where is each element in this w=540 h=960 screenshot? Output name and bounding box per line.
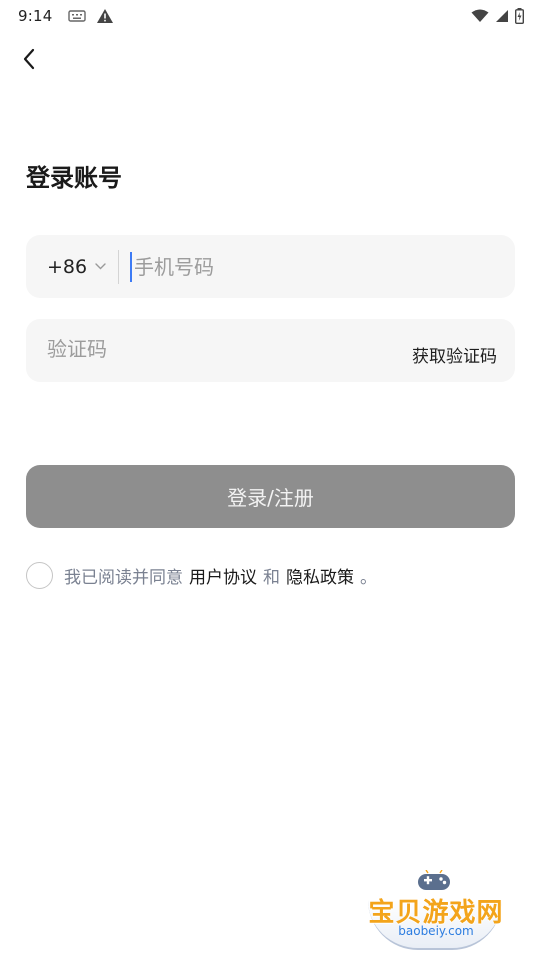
- login-register-button[interactable]: 登录/注册: [26, 465, 515, 528]
- verification-code-field: 获取验证码: [26, 319, 515, 382]
- chevron-down-icon: [95, 263, 106, 270]
- privacy-policy-link[interactable]: 隐私政策: [286, 563, 354, 588]
- phone-input[interactable]: [134, 254, 474, 279]
- field-divider: [118, 249, 119, 284]
- signal-icon: [496, 10, 508, 22]
- gamepad-icon: [418, 870, 450, 890]
- status-right-icons: [471, 8, 524, 24]
- wifi-icon: [471, 9, 489, 22]
- watermark-logo: 宝贝游戏网 baobeiy.com: [362, 866, 510, 954]
- country-code-label: +86: [47, 255, 88, 278]
- battery-icon: [515, 8, 524, 24]
- back-button[interactable]: [14, 44, 44, 74]
- status-bar: 9:14: [0, 0, 540, 32]
- watermark-url: baobeiy.com: [398, 924, 474, 938]
- agreement-joiner: 和: [263, 567, 280, 588]
- text-cursor: [130, 251, 132, 282]
- page-title: 登录账号: [26, 164, 122, 192]
- back-chevron-icon: [23, 48, 35, 70]
- get-code-button[interactable]: 获取验证码: [412, 342, 497, 367]
- agree-checkbox[interactable]: [26, 561, 53, 589]
- agreement-prefix: 我已阅读并同意: [64, 567, 183, 588]
- verification-code-input[interactable]: [47, 336, 347, 361]
- warning-icon: [97, 9, 114, 23]
- keyboard-icon: [68, 10, 87, 22]
- country-code-selector[interactable]: +86: [26, 235, 118, 298]
- agreement-row: 我已阅读并同意 用户协议 和 隐私政策 。: [26, 559, 377, 591]
- agreement-suffix: 。: [360, 567, 377, 588]
- status-left-icons: [68, 8, 114, 24]
- user-agreement-link[interactable]: 用户协议: [189, 563, 257, 588]
- phone-field: +86: [26, 235, 515, 298]
- status-time: 9:14: [18, 7, 53, 25]
